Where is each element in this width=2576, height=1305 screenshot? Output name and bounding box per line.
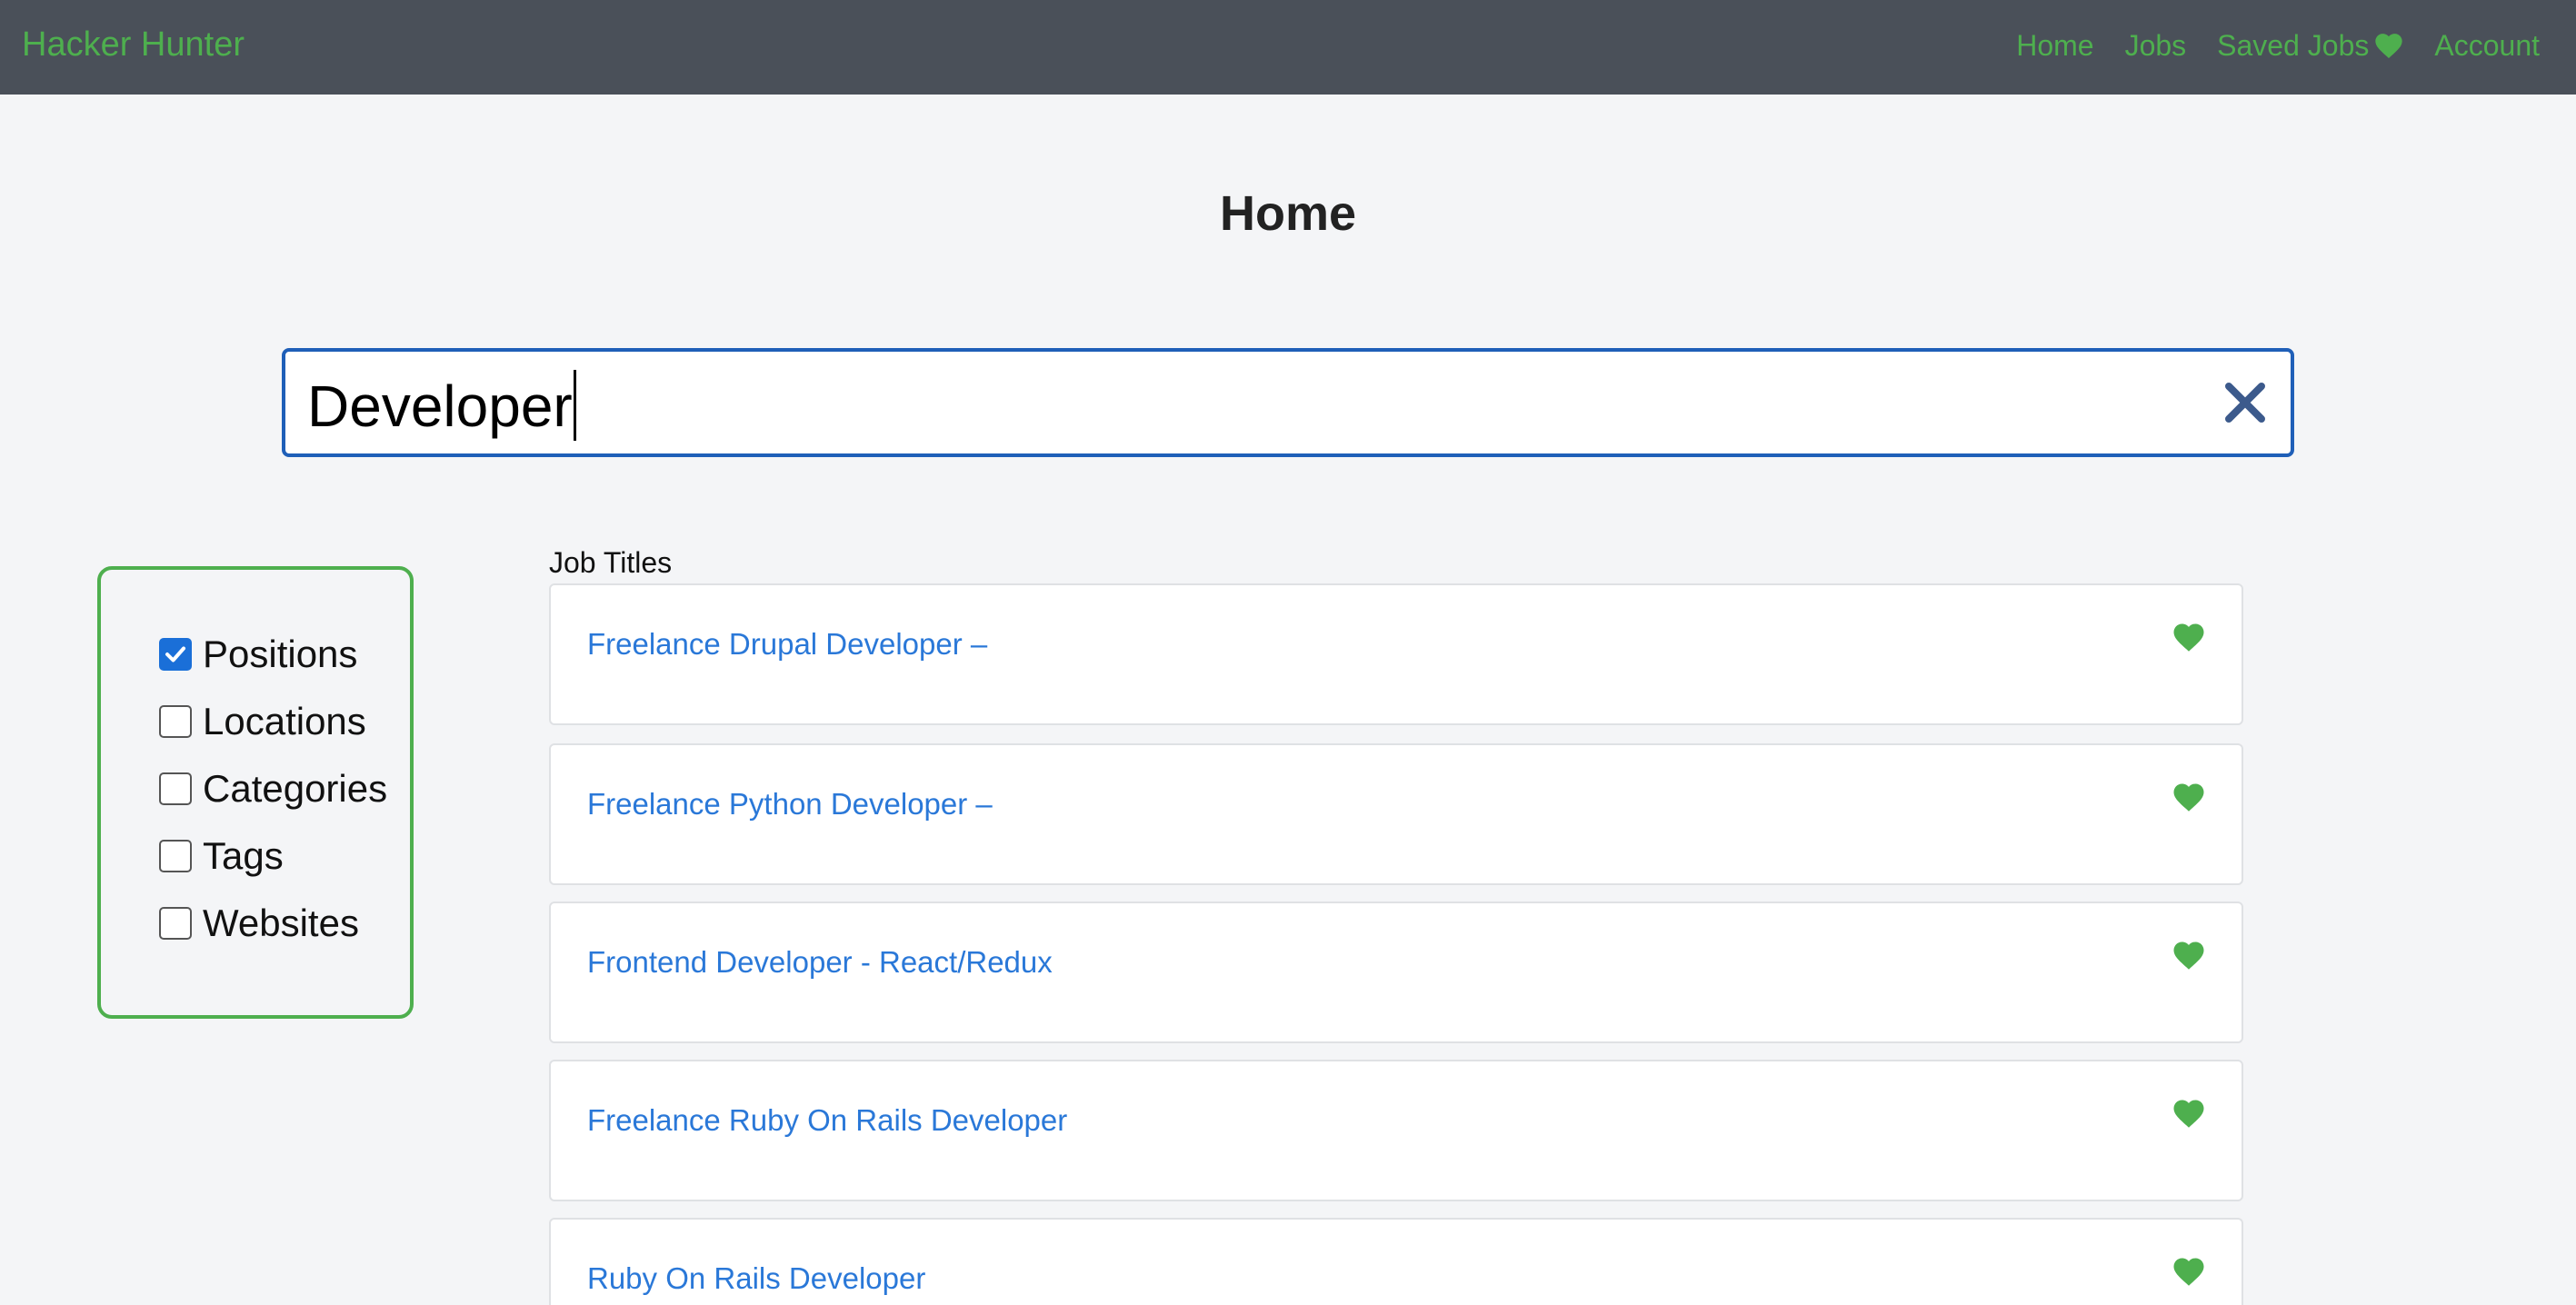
filter-positions[interactable]: Positions [159, 627, 357, 682]
heart-icon [2173, 1258, 2204, 1286]
job-card: Ruby On Rails Developer [549, 1218, 2243, 1305]
heart-icon [2173, 783, 2204, 812]
nav-link-saved-jobs[interactable]: Saved Jobs [2217, 29, 2403, 63]
job-card: Freelance Python Developer – [549, 743, 2243, 885]
save-job-button[interactable] [2172, 622, 2205, 652]
heart-icon [2173, 1100, 2204, 1128]
heart-icon [2173, 941, 2204, 970]
job-card: Freelance Ruby On Rails Developer [549, 1060, 2243, 1201]
job-title-link[interactable]: Frontend Developer - React/Redux [587, 945, 1053, 980]
heart-icon [2173, 623, 2204, 652]
clear-search-button[interactable] [2223, 381, 2267, 424]
filter-websites-checkbox[interactable] [159, 907, 192, 940]
nav-links: Home Jobs Saved Jobs Account [1985, 0, 2540, 91]
filter-websites-label: Websites [203, 902, 359, 944]
filter-positions-checkbox[interactable] [159, 638, 192, 671]
filter-categories-label: Categories [203, 767, 388, 810]
filter-locations[interactable]: Locations [159, 694, 366, 749]
filter-categories-checkbox[interactable] [159, 772, 192, 805]
job-title-link[interactable]: Freelance Drupal Developer – [587, 627, 987, 662]
nav-link-account[interactable]: Account [2434, 29, 2540, 63]
nav-link-home[interactable]: Home [2016, 29, 2093, 63]
job-title-link[interactable]: Ruby On Rails Developer [587, 1261, 925, 1296]
filter-locations-label: Locations [203, 700, 366, 742]
search-input[interactable]: Developer [307, 352, 576, 453]
close-icon [2225, 383, 2265, 423]
nav-link-jobs[interactable]: Jobs [2125, 29, 2187, 63]
job-title-link[interactable]: Freelance Ruby On Rails Developer [587, 1103, 1067, 1138]
filter-categories[interactable]: Categories [159, 762, 387, 816]
nav-link-account-label: Account [2434, 28, 2540, 62]
heart-icon [2375, 34, 2403, 58]
top-navbar: Hacker Hunter Home Jobs Saved Jobs Accou… [0, 0, 2576, 95]
search-field[interactable]: Developer [282, 348, 2294, 457]
job-title-link[interactable]: Freelance Python Developer – [587, 787, 993, 822]
filter-tags-checkbox[interactable] [159, 840, 192, 872]
job-card: Freelance Drupal Developer – [549, 583, 2243, 725]
text-caret [573, 370, 576, 442]
filter-positions-label: Positions [203, 633, 358, 675]
nav-link-saved-jobs-label: Saved Jobs [2217, 28, 2370, 62]
nav-link-home-label: Home [2016, 28, 2094, 62]
search-input-value: Developer [307, 374, 573, 439]
filter-tags[interactable]: Tags [159, 829, 284, 883]
brand-logo-link[interactable]: Hacker Hunter [22, 0, 245, 91]
save-job-button[interactable] [2172, 1098, 2205, 1129]
filter-websites[interactable]: Websites [159, 896, 359, 951]
search-filter-panel: Positions Locations Categories Tags Webs… [97, 566, 414, 1019]
save-job-button[interactable] [2172, 1256, 2205, 1287]
save-job-button[interactable] [2172, 782, 2205, 812]
checkmark-icon [165, 646, 185, 662]
filter-tags-label: Tags [203, 834, 284, 877]
filter-locations-checkbox[interactable] [159, 705, 192, 738]
job-card: Frontend Developer - React/Redux [549, 902, 2243, 1043]
nav-link-jobs-label: Jobs [2124, 28, 2187, 62]
page-title: Home [1219, 186, 1357, 241]
results-header: Job Titles [549, 546, 673, 579]
save-job-button[interactable] [2172, 940, 2205, 971]
